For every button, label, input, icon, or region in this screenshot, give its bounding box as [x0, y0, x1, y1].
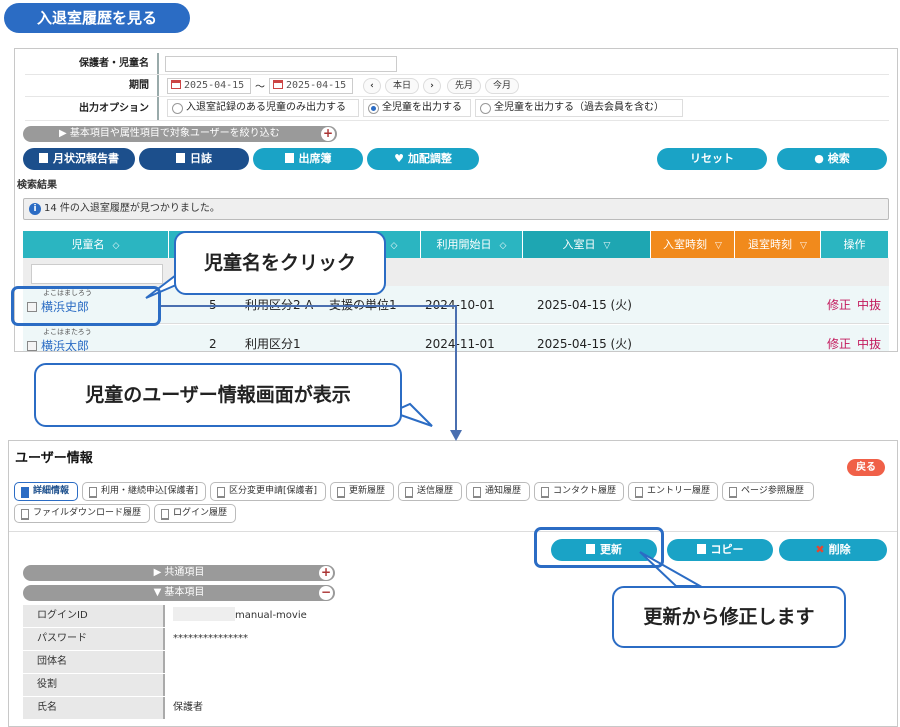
callout-click-name: 児童名をクリック: [174, 231, 386, 295]
highlight-child-name: [11, 286, 161, 326]
connector-arrowhead: [450, 430, 462, 441]
callout-edit-from-update: 更新から修正します: [612, 586, 846, 648]
callout-shows-user-info: 児童のユーザー情報画面が表示: [34, 363, 402, 427]
highlight-update-button: [534, 527, 664, 568]
